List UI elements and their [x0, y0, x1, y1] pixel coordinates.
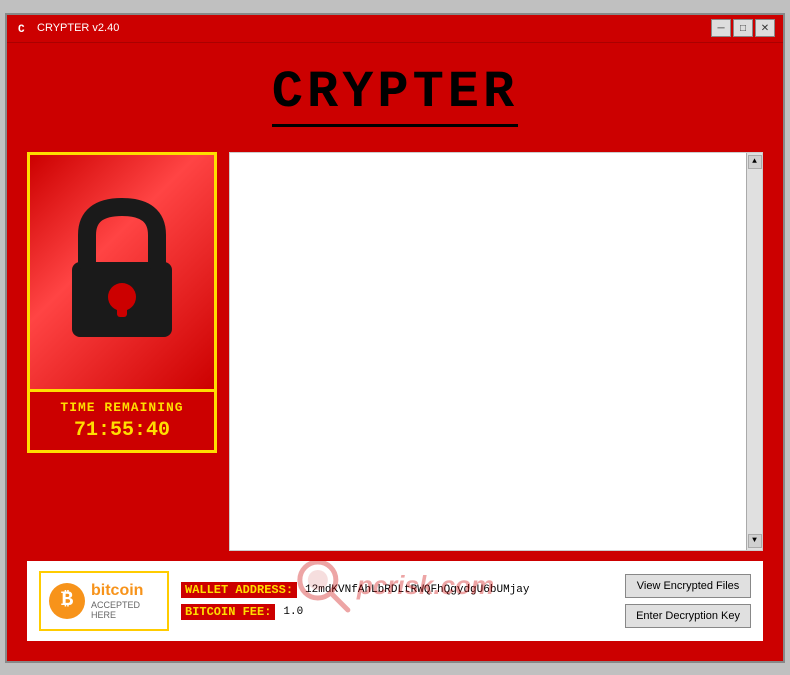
wallet-fee-row: BITCOIN FEE: 1.0 [181, 604, 613, 620]
wallet-address-label: WALLET ADDRESS: [181, 582, 297, 598]
close-button[interactable]: ✕ [755, 19, 775, 37]
wallet-fee-value: 1.0 [283, 606, 303, 618]
main-window: C CRYPTER v2.40 ─ □ ✕ CRYPTER [5, 13, 785, 663]
titlebar-left: C CRYPTER v2.40 [15, 20, 119, 36]
titlebar-title: CRYPTER v2.40 [37, 22, 119, 34]
bitcoin-text-col: bitcoin ACCEPTED HERE [91, 582, 159, 620]
minimize-button[interactable]: ─ [711, 19, 731, 37]
timer-value: 71:55:40 [38, 419, 206, 442]
enter-decryption-key-button[interactable]: Enter Decryption Key [625, 604, 751, 628]
scroll-down-btn[interactable]: ▼ [748, 534, 762, 548]
main-textarea[interactable] [230, 153, 746, 550]
lock-image [27, 152, 217, 392]
text-area-container: ▲ ▼ [229, 152, 763, 551]
wallet-info: WALLET ADDRESS: 12mdKVNfAhLbRDLtRWQFhQgy… [181, 582, 613, 620]
wallet-address-value: 12mdKVNfAhLbRDLtRWQFhQgydgU6bUMjay [305, 584, 529, 596]
view-encrypted-button[interactable]: View Encrypted Files [625, 574, 751, 598]
app-icon: C [15, 20, 31, 36]
scroll-up-btn[interactable]: ▲ [748, 155, 762, 169]
main-content: CRYPTER [7, 43, 783, 661]
bitcoin-symbol-icon: ₿ [49, 583, 85, 619]
wallet-fee-label: BITCOIN FEE: [181, 604, 275, 620]
bottom-section: ₿ bitcoin ACCEPTED HERE WALLET ADDRESS: … [27, 561, 763, 641]
titlebar-controls: ─ □ ✕ [711, 19, 775, 37]
timer-box: TIME REMAINING 71:55:40 [27, 392, 217, 453]
bitcoin-accepted-text: ACCEPTED HERE [91, 600, 159, 620]
left-panel: TIME REMAINING 71:55:40 [27, 152, 217, 551]
wallet-address-row: WALLET ADDRESS: 12mdKVNfAhLbRDLtRWQFhQgy… [181, 582, 613, 598]
middle-section: TIME REMAINING 71:55:40 ▲ ▼ [27, 152, 763, 551]
svg-text:C: C [18, 24, 25, 36]
titlebar: C CRYPTER v2.40 ─ □ ✕ [7, 15, 783, 43]
bitcoin-text: bitcoin [91, 582, 159, 600]
app-title: CRYPTER [272, 63, 518, 127]
scrollbar[interactable]: ▲ ▼ [746, 153, 762, 550]
timer-label: TIME REMAINING [38, 400, 206, 415]
bitcoin-logo: ₿ bitcoin ACCEPTED HERE [39, 571, 169, 631]
buttons-col: View Encrypted Files Enter Decryption Ke… [625, 574, 751, 628]
maximize-button[interactable]: □ [733, 19, 753, 37]
lock-icon [57, 197, 187, 347]
